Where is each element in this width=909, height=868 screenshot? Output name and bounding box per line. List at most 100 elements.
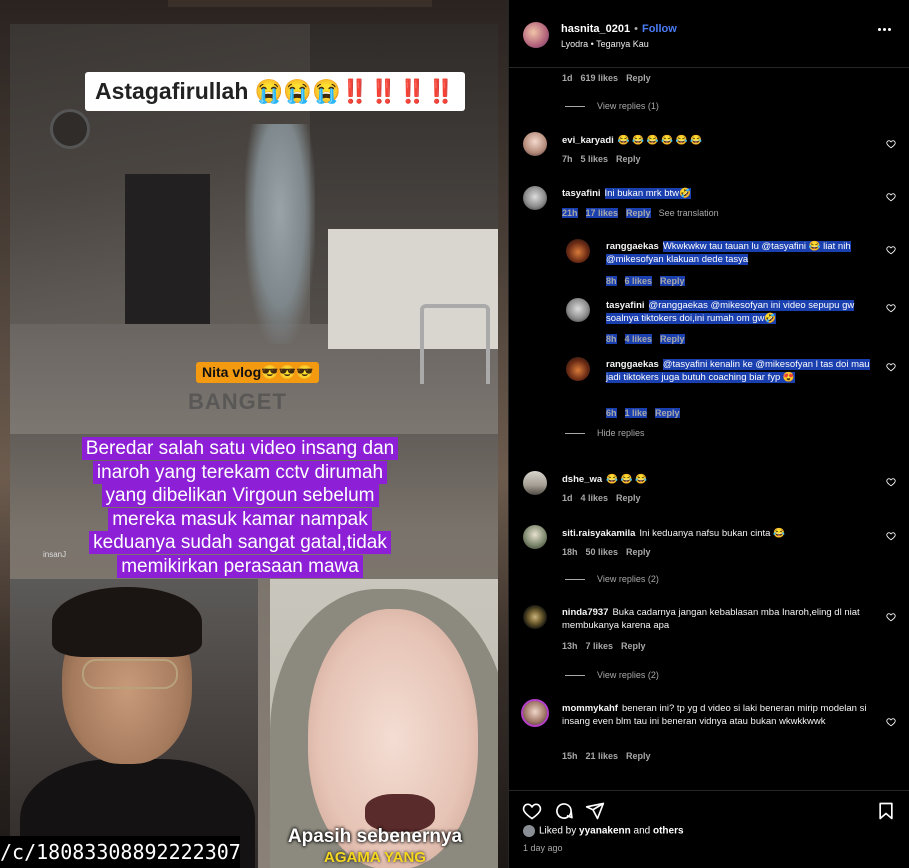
author-avatar[interactable] — [523, 22, 549, 48]
liked-by-line[interactable]: Liked by yyanakenn and others — [523, 825, 684, 837]
separator-dot: • — [634, 23, 638, 35]
man-hair — [52, 587, 202, 657]
comment-text: 😂 😂 😂 — [606, 474, 647, 485]
comment-likes[interactable]: 4 likes — [581, 493, 609, 503]
view-replies-button[interactable]: View replies (1) — [565, 101, 659, 111]
view-replies-button[interactable]: View replies (2) — [565, 574, 659, 584]
comment-username[interactable]: tasyafini — [562, 188, 601, 199]
reply-button[interactable]: Reply — [626, 73, 651, 83]
caption-top-text: Astagafirullah 😭😭😭 — [95, 78, 341, 104]
reply-username[interactable]: tasyafini — [606, 300, 645, 311]
reply-time: 6h — [606, 408, 617, 418]
comment-likes[interactable]: 17 likes — [585, 208, 619, 218]
reply-likes[interactable]: 1 like — [624, 408, 648, 418]
heart-icon[interactable] — [886, 717, 896, 727]
comment-time: 1d — [562, 73, 573, 83]
commenter-avatar[interactable] — [523, 186, 547, 210]
comment-likes[interactable]: 619 likes — [581, 73, 619, 83]
reply-button[interactable]: Reply — [616, 493, 641, 503]
comment-time: 18h — [562, 547, 578, 557]
bookmark-icon[interactable] — [876, 801, 896, 821]
comment-username[interactable]: mommykahf — [562, 703, 618, 714]
comment-body: evi_karyadi 😂 😂 😂 😂 😂 😂 — [562, 134, 882, 147]
reply-meta: 6h 1 like Reply — [606, 408, 688, 418]
commenter-avatar[interactable] — [523, 525, 547, 549]
author-username[interactable]: hasnita_0201 — [561, 23, 630, 35]
more-icon[interactable] — [878, 28, 892, 32]
heart-icon[interactable] — [886, 477, 896, 487]
liked-by-user[interactable]: yyanakenn — [579, 826, 631, 837]
comment-username[interactable]: evi_karyadi — [562, 135, 614, 146]
comment-body: ninda7937 Buka cadarnya jangan kebablasan… — [562, 606, 882, 632]
top-strip — [168, 0, 432, 7]
reply-meta: 8h 4 likes Reply — [606, 334, 693, 344]
comment-likes[interactable]: 7 likes — [586, 641, 614, 651]
reply-likes[interactable]: 4 likes — [624, 334, 653, 344]
heart-icon[interactable] — [886, 531, 896, 541]
reply-button[interactable]: Reply — [626, 751, 651, 761]
view-replies-label: View replies (2) — [597, 574, 659, 584]
reply-button[interactable]: Reply — [621, 641, 646, 651]
post-time: 1 day ago — [523, 843, 563, 853]
reply-button[interactable]: Reply — [660, 276, 685, 286]
commenter-avatar[interactable] — [523, 605, 547, 629]
commenter-avatar[interactable] — [521, 699, 549, 727]
reply-button[interactable]: Reply — [626, 208, 651, 218]
see-translation-link[interactable]: See translation — [659, 208, 719, 218]
comment-icon[interactable] — [554, 801, 574, 821]
liker-avatar — [523, 825, 535, 837]
url-fragment: /c/18083308892222307/ — [0, 836, 240, 868]
heart-icon[interactable] — [886, 245, 896, 255]
comment-likes[interactable]: 50 likes — [586, 547, 619, 557]
comment-username[interactable]: ninda7937 — [562, 607, 608, 618]
comment-meta: 7h 5 likes Reply — [562, 154, 649, 164]
bottom-caption-2: AGAMA YANG — [324, 849, 426, 866]
comment-text: Ini bukan mrk btw🤣 — [604, 188, 691, 199]
reply-meta: 8h 6 likes Reply — [606, 276, 693, 286]
liked-by-others[interactable]: others — [653, 826, 684, 837]
heart-icon[interactable] — [886, 139, 896, 149]
comment-body: mommykahf beneran ini? tp yg d video si l… — [562, 702, 882, 728]
reply-username[interactable]: ranggaekas — [606, 241, 659, 252]
comment-meta: 18h 50 likes Reply — [562, 547, 659, 557]
heart-icon[interactable] — [886, 612, 896, 622]
heart-icon[interactable] — [886, 192, 896, 202]
post-media[interactable]: BANGET Astagafirullah 😭😭😭‼️‼️‼️‼️ Nita v… — [0, 0, 508, 868]
blurred-figure — [245, 124, 315, 344]
heart-icon[interactable] — [522, 801, 542, 821]
reply-likes[interactable]: 6 likes — [624, 276, 653, 286]
reply-button[interactable]: Reply — [655, 408, 680, 418]
post-header: hasnita_0201 • Follow Lyodra • Teganya Kau — [509, 0, 909, 68]
purple-caption-text: Beredar salah satu video insang dan inar… — [81, 437, 399, 578]
liked-by-prefix: Liked by — [539, 825, 580, 837]
reply-avatar[interactable] — [566, 357, 590, 381]
comment-username[interactable]: siti.raisyakamila — [562, 528, 635, 539]
reply-button[interactable]: Reply — [616, 154, 641, 164]
share-icon[interactable] — [585, 801, 605, 821]
reply-time: 8h — [606, 334, 617, 344]
comment-username[interactable]: dshe_wa — [562, 474, 602, 485]
reply-body: tasyafini @ranggaekas @mikesofyan ini vid… — [606, 299, 878, 325]
reply-username[interactable]: ranggaekas — [606, 359, 659, 370]
follow-button[interactable]: Follow — [642, 23, 677, 35]
view-replies-button[interactable]: View replies (2) — [565, 670, 659, 680]
heart-icon[interactable] — [886, 303, 896, 313]
comment-likes[interactable]: 5 likes — [581, 154, 609, 164]
comment-likes[interactable]: 21 likes — [586, 751, 619, 761]
reply-time: 8h — [606, 276, 617, 286]
reply-avatar[interactable] — [566, 298, 590, 322]
comment-meta: 1d 619 likes Reply — [562, 73, 659, 83]
comment-text: Ini keduanya nafsu bukan cinta 😂 — [639, 528, 785, 539]
reply-button[interactable]: Reply — [660, 334, 685, 344]
commenter-avatar[interactable] — [523, 471, 547, 495]
stool — [420, 304, 490, 384]
audio-subtitle[interactable]: Lyodra • Teganya Kau — [561, 39, 649, 49]
commenter-avatar[interactable] — [523, 132, 547, 156]
hide-replies-button[interactable]: Hide replies — [565, 428, 645, 438]
comment-meta: 15h 21 likes Reply — [562, 751, 659, 761]
reply-avatar[interactable] — [566, 239, 590, 263]
heart-icon[interactable] — [886, 362, 896, 372]
comment-time: 1d — [562, 493, 573, 503]
reply-button[interactable]: Reply — [626, 547, 651, 557]
man-photo — [10, 579, 258, 868]
